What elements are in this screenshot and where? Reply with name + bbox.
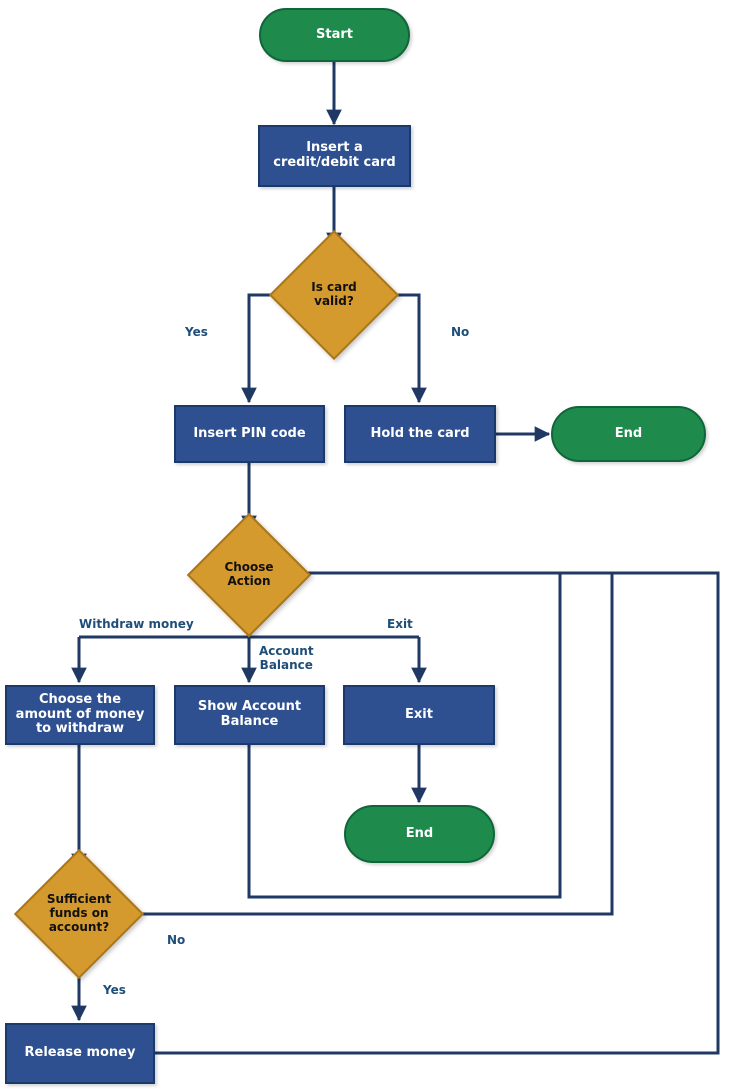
node-end-hold-card-label: End bbox=[614, 425, 643, 441]
edge-label-card-valid-no: No bbox=[451, 325, 470, 339]
edge-label-withdraw-money: Withdraw money bbox=[79, 617, 194, 631]
node-sufficient-funds[interactable]: Sufficient funds on account? bbox=[13, 848, 145, 980]
node-is-card-valid-label: Is card valid? bbox=[311, 280, 357, 308]
node-is-card-valid[interactable]: Is card valid? bbox=[268, 229, 400, 361]
node-show-balance-label: Show Account Balance bbox=[197, 699, 302, 729]
node-end-exit[interactable]: End bbox=[344, 805, 495, 863]
node-exit-label: Exit bbox=[405, 706, 433, 722]
node-insert-pin-label: Insert PIN code bbox=[193, 425, 306, 441]
node-start[interactable]: Start bbox=[259, 8, 410, 62]
node-insert-card-label: Insert a credit/debit card bbox=[273, 140, 396, 170]
edge-label-funds-no: No bbox=[167, 933, 186, 947]
node-show-balance[interactable]: Show Account Balance bbox=[174, 685, 325, 745]
flowchart-canvas: Start Insert a credit/debit card Is card… bbox=[0, 0, 748, 1089]
edge-label-account-balance: Account Balance bbox=[259, 644, 314, 672]
node-hold-card[interactable]: Hold the card bbox=[344, 405, 496, 463]
node-insert-pin[interactable]: Insert PIN code bbox=[174, 405, 325, 463]
node-choose-action[interactable]: Choose Action bbox=[186, 512, 312, 638]
node-choose-action-label: Choose Action bbox=[224, 560, 274, 588]
edge-label-card-valid-yes: Yes bbox=[185, 325, 208, 339]
node-sufficient-funds-label: Sufficient funds on account? bbox=[46, 892, 112, 934]
node-choose-amount-label: Choose the amount of money to withdraw bbox=[15, 691, 145, 737]
node-release-money[interactable]: Release money bbox=[5, 1023, 155, 1084]
node-hold-card-label: Hold the card bbox=[370, 425, 470, 441]
node-choose-amount[interactable]: Choose the amount of money to withdraw bbox=[5, 685, 155, 745]
node-release-money-label: Release money bbox=[24, 1045, 136, 1061]
node-exit[interactable]: Exit bbox=[343, 685, 495, 745]
node-end-exit-label: End bbox=[405, 825, 434, 841]
node-start-label: Start bbox=[316, 26, 353, 42]
node-insert-card[interactable]: Insert a credit/debit card bbox=[258, 125, 411, 187]
edge-card-valid-yes bbox=[241, 293, 288, 404]
edge-label-exit-branch: Exit bbox=[387, 617, 413, 631]
edge-card-valid-no bbox=[380, 293, 427, 404]
node-end-hold-card[interactable]: End bbox=[551, 406, 706, 462]
edge-label-funds-yes: Yes bbox=[103, 983, 126, 997]
